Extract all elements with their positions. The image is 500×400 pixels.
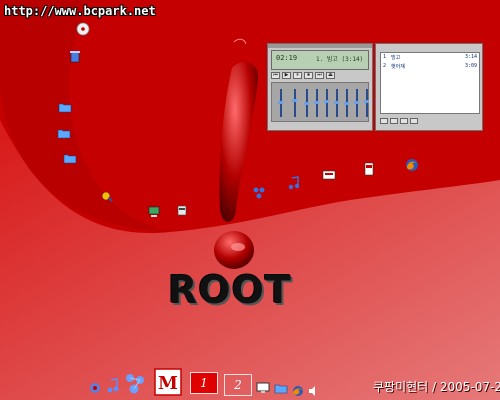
playlist-item[interactable]: 2 햇어쟤 3:09 — [381, 62, 479, 71]
playlist-item-number: 2 — [383, 63, 387, 69]
firefox-icon[interactable] — [292, 382, 304, 400]
desktop-icon-folder-3[interactable] — [50, 151, 90, 165]
stop-button[interactable]: ⏹ — [304, 72, 313, 79]
player-titlebar[interactable] — [268, 44, 372, 48]
player-time: 02:19 — [276, 54, 298, 62]
desktop-icon-computer[interactable] — [162, 204, 202, 218]
playlist-item-title: 빙고 — [391, 55, 401, 61]
eq-slider[interactable] — [366, 89, 368, 117]
desktop-icon-cd[interactable] — [63, 22, 103, 36]
taskbar: M 1 2 쿠팡미현터 / 2005-07-25 23:34:50 — [84, 368, 500, 400]
eq-knob[interactable] — [344, 102, 349, 105]
speaker-icon[interactable] — [308, 382, 320, 400]
network-icon — [148, 206, 160, 217]
document-icon — [364, 162, 374, 176]
eq-knob[interactable] — [354, 101, 359, 104]
player-display: 02:19 1. 빙고 (3:14) — [271, 50, 369, 70]
playlist-window[interactable]: 1 빙고 3:14 2 햇어쟤 3:09 — [375, 43, 483, 131]
next-button[interactable]: ⏭ — [315, 72, 324, 79]
root-logo-text: ROOT — [168, 268, 292, 312]
eq-slider[interactable] — [294, 89, 296, 117]
desktop-icon-trash[interactable] — [55, 49, 95, 63]
media-player-window[interactable]: 02:19 1. 빙고 (3:14) ⏮ ▶ ⏸ ⏹ ⏭ ⏏ — [267, 43, 373, 131]
play-button[interactable]: ▶ — [282, 72, 291, 79]
firefox-icon — [406, 159, 418, 171]
gmail-icon[interactable]: M — [154, 368, 182, 400]
playlist-misc-button[interactable] — [410, 118, 418, 124]
workspace-2-button[interactable]: 2 — [224, 374, 252, 396]
playlist-item-title: 햇어쟤 — [391, 64, 405, 70]
taskbar-clock: 쿠팡미현터 / 2005-07-25 23:34:50 — [373, 380, 500, 394]
gear-icon[interactable] — [88, 380, 102, 399]
eq-knob[interactable] — [278, 101, 283, 104]
playlist-item-number: 1 — [383, 54, 387, 60]
desktop-icon-document[interactable] — [349, 162, 389, 176]
desktop-icon-app[interactable] — [239, 186, 279, 200]
eq-knob[interactable] — [304, 102, 309, 105]
playlist-item-duration: 3:14 — [464, 54, 477, 60]
eq-knob[interactable] — [324, 100, 329, 103]
eq-knob[interactable] — [314, 101, 319, 104]
tools-icon — [101, 191, 113, 202]
music-note-icon[interactable] — [106, 378, 120, 398]
desktop: http://www.bcpark.net 02:19 1. 빙고 (3:14)… — [0, 0, 500, 400]
monitor-icon[interactable] — [256, 380, 270, 399]
playlist-remove-button[interactable] — [390, 118, 398, 124]
folder-icon — [63, 154, 77, 164]
workspace-1-button[interactable]: 1 — [190, 372, 218, 394]
desktop-icon-firefox[interactable] — [392, 158, 432, 172]
eq-slider[interactable] — [326, 89, 328, 117]
folder-icon — [57, 129, 71, 139]
svg-text:M: M — [158, 373, 178, 394]
playlist-item[interactable]: 1 빙고 3:14 — [381, 53, 479, 62]
playlist-select-button[interactable] — [400, 118, 408, 124]
playlist-list: 1 빙고 3:14 2 햇어쟤 3:09 — [380, 52, 480, 114]
prev-button[interactable]: ⏮ — [271, 72, 280, 79]
player-controls: ⏮ ▶ ⏸ ⏹ ⏭ ⏏ — [271, 72, 369, 79]
cd-icon — [76, 22, 90, 36]
display-icon — [322, 170, 336, 180]
app-icon — [253, 187, 265, 199]
desktop-icon-display[interactable] — [309, 169, 349, 183]
folder-icon[interactable] — [274, 380, 288, 399]
player-track-title: 1. 빙고 (3:14) — [316, 56, 364, 63]
eq-knob[interactable] — [292, 99, 297, 102]
equalizer-panel — [271, 82, 369, 122]
folder-icon — [58, 103, 72, 113]
playlist-footer — [380, 118, 418, 124]
molecule-icon[interactable] — [124, 372, 146, 400]
playlist-item-duration: 3:09 — [464, 63, 477, 69]
desktop-icon-folder-1[interactable] — [45, 100, 85, 114]
eq-knob[interactable] — [364, 100, 369, 103]
desktop-icon-tools[interactable] — [87, 190, 127, 204]
computer-icon — [177, 205, 187, 216]
eject-button[interactable]: ⏏ — [326, 72, 335, 79]
trash-icon — [70, 51, 80, 63]
desktop-icon-music[interactable] — [274, 176, 314, 190]
eq-knob[interactable] — [334, 101, 339, 104]
music-icon — [288, 176, 300, 190]
pause-button[interactable]: ⏸ — [293, 72, 302, 79]
desktop-icon-folder-2[interactable] — [44, 126, 84, 140]
playlist-add-button[interactable] — [380, 118, 388, 124]
watermark-url: http://www.bcpark.net — [4, 4, 156, 18]
